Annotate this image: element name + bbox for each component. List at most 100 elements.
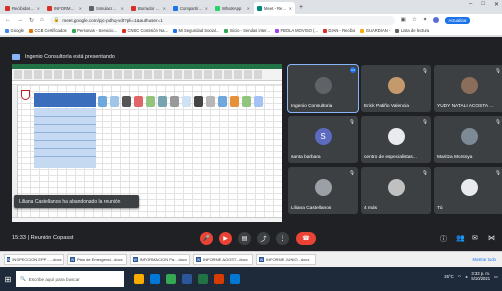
participant-tile[interactable]: YUDY NATALI ACOSTA ... 🎙 <box>434 65 502 112</box>
word-doc-icon: W <box>259 257 264 262</box>
bookmark-item[interactable]: GUARDIAN - <box>360 28 390 33</box>
people-icon[interactable]: 👥 <box>456 234 465 242</box>
minimize-icon[interactable]: – <box>469 1 472 8</box>
tab-close-icon[interactable]: ✕ <box>121 6 124 11</box>
participant-tile[interactable]: Tú 🎙 <box>434 167 502 214</box>
mic-muted-icon: 🎙 <box>349 170 355 175</box>
tab-label: Compartir con... <box>180 5 203 11</box>
sheet-tabs[interactable] <box>12 217 282 222</box>
bookmark-label: CCB Certificados <box>34 28 67 33</box>
bookmark-label: Personas - Servicio... <box>77 28 117 33</box>
spreadsheet-ribbon <box>12 69 282 81</box>
chat-icon[interactable]: ✉ <box>472 234 478 242</box>
meeting-time: 15:33 <box>12 235 26 241</box>
browser-tab[interactable]: Simulacro Naci...✕ <box>86 2 127 14</box>
outlook-icon[interactable] <box>230 274 240 284</box>
window-controls: – □ ✕ <box>469 1 499 8</box>
participant-tile[interactable]: Maritza Montoya 🎙 <box>434 116 502 163</box>
back-icon[interactable]: ← <box>5 17 11 23</box>
show-all-button[interactable]: Mostrar todo <box>472 257 496 262</box>
participant-tile[interactable]: Ssanta barbara 🎙 <box>288 116 358 163</box>
browser-tab[interactable]: Borrador acta a...✕ <box>128 2 169 14</box>
camera-icon[interactable]: ▣ <box>401 17 406 23</box>
bookmark-item[interactable]: Google <box>5 28 24 33</box>
tab-label: WhatsApp <box>222 5 242 11</box>
open-document-item[interactable]: W Plan de Emergenci...docx <box>67 254 127 265</box>
browser-tab[interactable]: Recibidos (1.704)✕ <box>2 2 43 14</box>
info-icon[interactable]: ⓘ <box>440 234 447 244</box>
pinned-apps <box>134 274 240 284</box>
participant-name: Ingenio Consultoria <box>291 104 333 109</box>
tab-close-icon[interactable]: ✕ <box>79 6 82 11</box>
word-icon[interactable] <box>182 274 192 284</box>
participant-tile[interactable]: Liliana Castellanos 🎙 <box>288 167 358 214</box>
leave-call-button[interactable]: ☎ <box>296 232 316 245</box>
edge-icon[interactable] <box>150 274 160 284</box>
open-document-item[interactable]: W INSPECCION EPP - ...docx <box>4 254 64 265</box>
maximize-icon[interactable]: □ <box>481 1 485 8</box>
file-explorer-icon[interactable] <box>134 274 144 284</box>
participant-tile[interactable]: Ingenio Consultoria ••• <box>287 64 359 113</box>
taskbar-clock[interactable]: 3:33 p. m. 5/10/2021 <box>471 271 490 281</box>
bookmark-item[interactable]: Personas - Servicio... <box>71 28 117 33</box>
chrome-icon[interactable] <box>166 274 176 284</box>
participant-tile[interactable]: 4 más 🎙 <box>361 167 431 214</box>
tab-close-icon[interactable]: ✕ <box>37 6 40 11</box>
captions-button[interactable]: ▤ <box>238 232 251 245</box>
document-label: INFORMACION Pa....docx <box>139 257 187 262</box>
bookmark-item[interactable]: Inicio - Sendas inter... <box>224 28 270 33</box>
sheet-header-block <box>34 93 96 107</box>
open-document-item[interactable]: W INFORME AGOST...docx <box>193 254 253 265</box>
mic-muted-icon: 🎙 <box>422 119 428 124</box>
extensions-icon[interactable]: ✦ <box>423 17 428 23</box>
browser-tab[interactable]: Compartir con...✕ <box>170 2 211 14</box>
presenting-banner: Ingenio Consultoría está presentando <box>12 51 282 63</box>
mic-muted-icon: 🎙 <box>422 68 428 73</box>
tab-close-icon[interactable]: ✕ <box>289 6 292 11</box>
browser-tab[interactable]: Meet - Reuni...✕ <box>254 2 295 14</box>
camera-off-button[interactable]: ▶ <box>219 232 232 245</box>
reload-icon[interactable]: ↻ <box>29 17 34 24</box>
taskbar-search-box[interactable]: 🔍 Escribe aquí para buscar <box>16 271 124 287</box>
open-document-item[interactable]: W INFORME JUNIO...docx <box>256 254 316 265</box>
address-bar: ← → ↻ ⌂ 🔒 meet.google.com/pjc-pdhq-vdt?p… <box>0 14 502 26</box>
participant-tile[interactable]: Erick Patiño Valencia 🎙 <box>361 65 431 112</box>
document-label: INFORME AGOST...docx <box>203 257 248 262</box>
mic-muted-icon: 🎙 <box>495 170 501 175</box>
home-icon[interactable]: ⌂ <box>40 17 44 23</box>
forward-icon[interactable]: → <box>17 17 23 23</box>
bookmark-item[interactable]: CNSC Comisión Na... <box>121 28 168 33</box>
bookmark-favicon-icon <box>395 28 400 33</box>
bookmark-item[interactable]: Mi Seguridad Social... <box>172 28 219 33</box>
tab-close-icon[interactable]: ✕ <box>205 6 208 11</box>
tab-close-icon[interactable]: ✕ <box>163 6 166 11</box>
notifications-icon[interactable]: ▭ <box>494 274 498 279</box>
bookmark-favicon-icon <box>322 28 327 33</box>
tab-close-icon[interactable]: ✕ <box>247 6 250 11</box>
powerpoint-icon[interactable] <box>214 274 224 284</box>
present-button[interactable]: ⤴ <box>257 232 270 245</box>
bookmark-item[interactable]: DIAN - Recibo <box>322 28 355 33</box>
bookmark-item[interactable]: FBOLA MOVISO (... <box>274 28 318 33</box>
bookmark-item[interactable]: Lista de lectura <box>395 28 429 33</box>
more-options-button[interactable]: ⋮ <box>276 232 289 245</box>
new-tab-button[interactable]: + <box>299 2 303 14</box>
profile-avatar[interactable] <box>433 17 440 23</box>
windows-start-icon[interactable]: ⊞ <box>0 267 16 291</box>
browser-tab[interactable]: INFORME AGOST...✕ <box>44 2 85 14</box>
mic-off-button[interactable]: 🎤 <box>200 232 213 245</box>
excel-icon[interactable] <box>198 274 208 284</box>
open-document-item[interactable]: W INFORMACION Pa....docx <box>130 254 190 265</box>
url-field[interactable]: 🔒 meet.google.com/pjc-pdhq-vdt?pli=1&aut… <box>49 15 395 25</box>
close-window-icon[interactable]: ✕ <box>494 1 499 8</box>
star-icon[interactable]: ☆ <box>412 17 417 23</box>
browser-toolbar: ▣ ☆ ✦ Actualizar <box>401 16 470 24</box>
update-button[interactable]: Actualizar <box>445 16 470 24</box>
participant-tile[interactable]: centro de especialistas... 🎙 <box>361 116 431 163</box>
volume-icon[interactable]: ◂ <box>465 274 467 279</box>
bookmark-item[interactable]: CCB Certificados <box>29 28 67 33</box>
wifi-icon[interactable]: ◠ <box>458 274 462 279</box>
browser-tab[interactable]: WhatsApp ✕ <box>212 2 253 14</box>
activities-icon[interactable]: ⋈ <box>488 234 495 242</box>
tab-label: Borrador acta a... <box>138 5 161 11</box>
